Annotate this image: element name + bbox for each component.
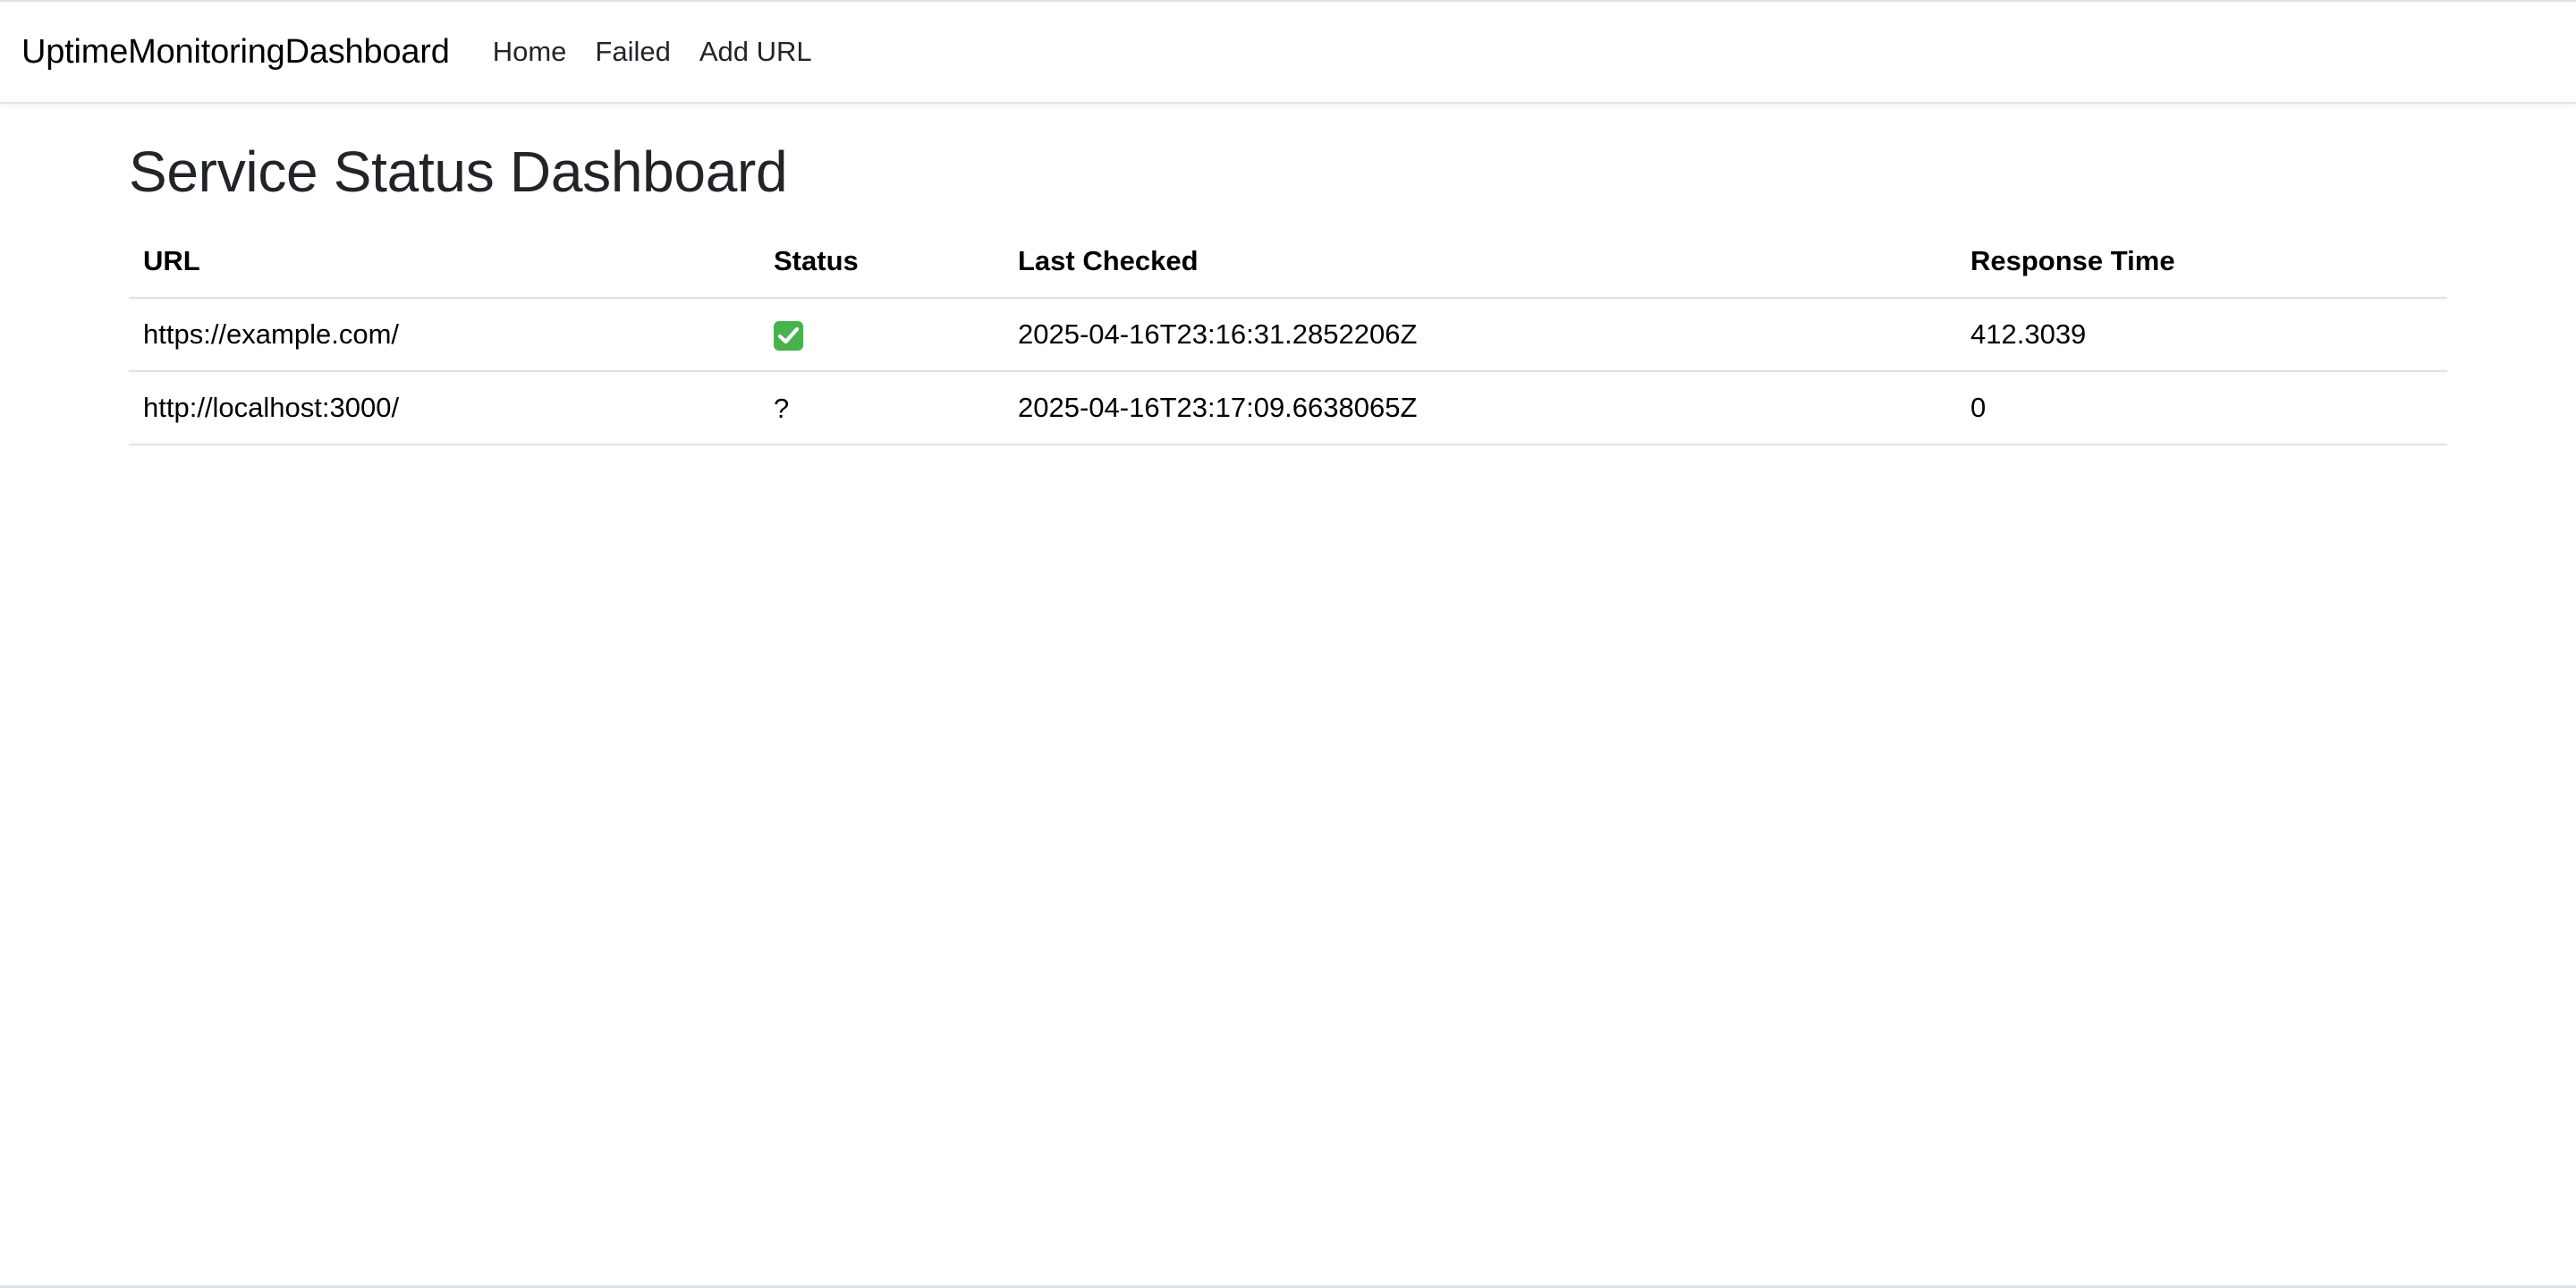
- column-header-url: URL: [129, 225, 759, 299]
- main-content: Service Status Dashboard URL Status Last…: [129, 104, 2447, 445]
- status-unknown: ?: [774, 392, 790, 424]
- column-header-last-checked: Last Checked: [1004, 225, 1956, 299]
- column-header-status: Status: [759, 225, 1004, 299]
- table-header-row: URL Status Last Checked Response Time: [129, 225, 2447, 299]
- cell-response-time: 412.3039: [1956, 297, 2447, 372]
- nav-item-home: Home: [479, 36, 581, 68]
- cell-url: https://example.com/: [129, 297, 759, 372]
- table-header: URL Status Last Checked Response Time: [129, 225, 2447, 299]
- table-body: https://example.com/ 2025-04-16T23:16:31…: [129, 297, 2447, 445]
- cell-last-checked: 2025-04-16T23:16:31.2852206Z: [1004, 297, 1956, 372]
- page-title: Service Status Dashboard: [129, 140, 788, 204]
- cell-status: [759, 297, 1004, 372]
- nav-link-failed[interactable]: Failed: [580, 36, 684, 67]
- nav-link-add-url[interactable]: Add URL: [685, 36, 826, 67]
- green-checkmark-icon: [774, 320, 803, 351]
- cell-url: http://localhost:3000/: [129, 370, 759, 445]
- cell-last-checked: 2025-04-16T23:17:09.6638065Z: [1004, 370, 1956, 445]
- nav-item-failed: Failed: [580, 36, 684, 68]
- nav-links: Home Failed Add URL: [479, 36, 826, 68]
- column-header-response-time: Response Time: [1956, 225, 2447, 299]
- cell-status: ?: [759, 370, 1004, 445]
- cell-response-time: 0: [1956, 370, 2447, 445]
- table-row: http://localhost:3000/ ? 2025-04-16T23:1…: [129, 370, 2447, 445]
- nav-item-add-url: Add URL: [685, 36, 826, 68]
- top-navbar: UptimeMonitoringDashboard Home Failed Ad…: [0, 2, 2576, 104]
- table-row: https://example.com/ 2025-04-16T23:16:31…: [129, 297, 2447, 372]
- navbar-brand[interactable]: UptimeMonitoringDashboard: [21, 33, 450, 72]
- service-status-table: URL Status Last Checked Response Time ht…: [129, 225, 2447, 445]
- nav-link-home[interactable]: Home: [479, 36, 581, 67]
